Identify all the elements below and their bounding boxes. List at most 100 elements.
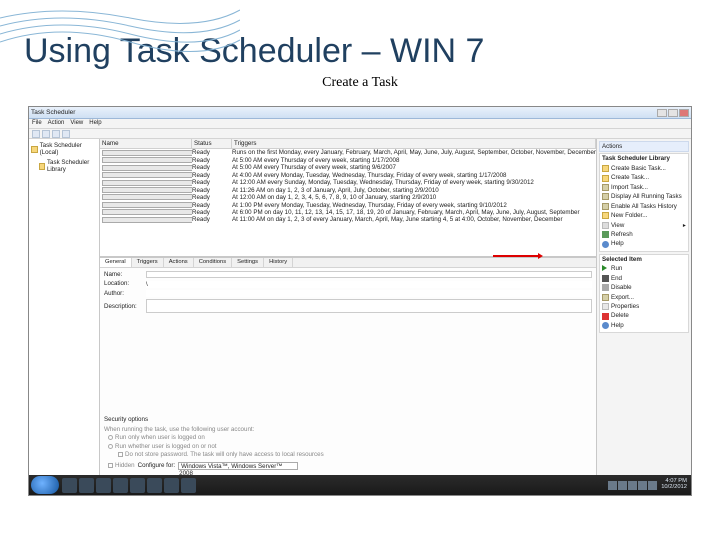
start-button[interactable] (31, 476, 59, 494)
action-view[interactable]: View▸ (602, 221, 686, 230)
action-properties[interactable]: Properties (602, 302, 686, 311)
check-hidden[interactable]: Hidden (104, 462, 135, 470)
check-no-store-password-label: Do not store password. The task will onl… (125, 451, 324, 458)
field-description[interactable] (146, 299, 592, 313)
action-enable-history[interactable]: Enable All Tasks History (602, 202, 686, 211)
col-name[interactable]: Name (100, 139, 192, 148)
col-triggers[interactable]: Triggers (232, 139, 596, 148)
task-name-cell: Optimize Start Menu (100, 187, 192, 194)
task-row[interactable]: TFCleanerReadyAt 12:00 AM every Sunday, … (100, 179, 596, 186)
task-icon (102, 209, 192, 215)
task-row[interactable]: Optimize Start MenuReadyAt 11:26 AM on d… (100, 187, 596, 194)
tab-conditions[interactable]: Conditions (194, 258, 232, 267)
action-delete[interactable]: Delete (602, 311, 686, 320)
task-row[interactable]: Drive Performance TestReadyAt 4:00 AM ev… (100, 172, 596, 179)
scheduler-icon (31, 146, 38, 153)
tray-icon[interactable] (648, 481, 657, 490)
action-import-task[interactable]: Import Task... (602, 183, 686, 192)
tray-icon[interactable] (638, 481, 647, 490)
tab-history[interactable]: History (264, 258, 293, 267)
task-row[interactable]: Real Optimizer ASDReadyAt 12:00 AM on da… (100, 194, 596, 201)
tray-icon[interactable] (608, 481, 617, 490)
task-icon (102, 157, 192, 163)
action-refresh[interactable]: Refresh (602, 230, 686, 239)
action-export[interactable]: Export... (602, 293, 686, 302)
action-new-folder[interactable]: New Folder... (602, 211, 686, 220)
task-name-cell: Check Common Folders (100, 157, 192, 164)
task-trigger-cell: At 12:00 AM every Sunday, Monday, Tuesda… (232, 179, 596, 186)
taskbar-app-icon[interactable] (130, 478, 145, 493)
action-help-sel[interactable]: Help (602, 321, 686, 330)
system-clock[interactable]: 4:07 PM 10/2/2012 (658, 479, 687, 491)
taskbar-app-icon[interactable] (96, 478, 111, 493)
task-icon (102, 180, 192, 186)
action-disable[interactable]: Disable (602, 283, 686, 292)
actions-library-header: Task Scheduler Library (602, 155, 686, 163)
taskbar-app-icon[interactable] (79, 478, 94, 493)
task-trigger-cell: At 5:00 AM every Thursday of every week,… (232, 164, 596, 171)
action-help-lib[interactable]: Help (602, 239, 686, 248)
radio-run-logged-on[interactable]: Run only when user is logged on (104, 434, 592, 442)
running-icon (602, 193, 609, 200)
taskbar-app-icon[interactable] (164, 478, 179, 493)
tab-triggers[interactable]: Triggers (132, 258, 164, 267)
tree-library[interactable]: Task Scheduler Library (31, 158, 97, 175)
radio-run-logged-on-label: Run only when user is logged on (115, 434, 205, 441)
menu-view[interactable]: View (70, 120, 83, 127)
taskbar-app-icon[interactable] (62, 478, 77, 493)
task-name-cell: Create Restore Point (100, 149, 192, 156)
checkbox-icon (108, 463, 113, 468)
action-display-running-label: Display All Running Tasks (611, 193, 682, 200)
toolbar-forward-icon[interactable] (42, 130, 50, 138)
taskbar-app-icon[interactable] (147, 478, 162, 493)
close-button[interactable] (679, 109, 689, 117)
toolbar-help-icon[interactable] (62, 130, 70, 138)
action-create-task[interactable]: Create Task... (602, 173, 686, 182)
security-options-header: Security options (104, 416, 592, 423)
task-trigger-cell: Runs on the first Monday, every January,… (232, 149, 596, 156)
radio-run-whether[interactable]: Run whether user is logged on or not (104, 443, 592, 451)
task-row[interactable]: Create Restore PointReadyRuns on the fir… (100, 149, 596, 156)
taskbar-app-icon[interactable] (113, 478, 128, 493)
task-trigger-cell: At 6:00 PM on day 10, 11, 12, 13, 14, 15… (232, 209, 596, 216)
toolbar-refresh-icon[interactable] (52, 130, 60, 138)
task-row[interactable]: Create CCTVReadyAt 5:00 AM every Thursda… (100, 164, 596, 171)
toolbar-back-icon[interactable] (32, 130, 40, 138)
tree-root-label: Task Scheduler (Local) (40, 142, 97, 157)
check-no-store-password[interactable]: Do not store password. The task will onl… (104, 451, 592, 459)
navigation-tree: Task Scheduler (Local) Task Scheduler Li… (29, 139, 100, 475)
menu-action[interactable]: Action (48, 120, 65, 127)
minimize-button[interactable] (657, 109, 667, 117)
tab-settings[interactable]: Settings (232, 258, 264, 267)
task-trigger-cell: At 11:00 AM on day 1, 2, 3 of every Janu… (232, 216, 596, 223)
action-run[interactable]: Run (602, 264, 686, 273)
annotation-arrow (493, 255, 539, 257)
tree-root[interactable]: Task Scheduler (Local) (31, 141, 97, 158)
task-status-cell: Ready (192, 179, 232, 186)
task-icon (602, 165, 609, 172)
field-author (146, 290, 592, 297)
tray-icon[interactable] (618, 481, 627, 490)
taskbar-app-icon[interactable] (181, 478, 196, 493)
menu-help[interactable]: Help (89, 120, 101, 127)
field-name[interactable] (146, 271, 592, 278)
menu-file[interactable]: File (32, 120, 42, 127)
clock-date: 10/2/2012 (661, 485, 687, 491)
action-create-basic-task[interactable]: Create Basic Task... (602, 164, 686, 173)
task-row[interactable]: Run FTP ScriptReadyAt 6:00 PM on day 10,… (100, 209, 596, 216)
tab-actions[interactable]: Actions (164, 258, 194, 267)
configure-for-select[interactable]: Windows Vista™, Windows Server™ 2008 (178, 462, 298, 470)
chevron-right-icon: ▸ (683, 222, 686, 229)
task-grid-header: Name Status Triggers (100, 139, 596, 149)
maximize-button[interactable] (668, 109, 678, 117)
action-end[interactable]: End (602, 274, 686, 283)
col-status[interactable]: Status (192, 139, 232, 148)
action-display-running[interactable]: Display All Running Tasks (602, 192, 686, 201)
tray-icon[interactable] (628, 481, 637, 490)
task-row[interactable]: Windows Defrag or TrimReadyAt 11:00 AM o… (100, 216, 596, 223)
folder-icon (602, 212, 609, 219)
tab-general[interactable]: General (100, 258, 132, 267)
task-row[interactable]: Check Common FoldersReadyAt 5:00 AM ever… (100, 157, 596, 164)
task-status-cell: Ready (192, 194, 232, 201)
task-row[interactable]: Clear Popup MapperReadyAt 1:00 PM every … (100, 202, 596, 209)
